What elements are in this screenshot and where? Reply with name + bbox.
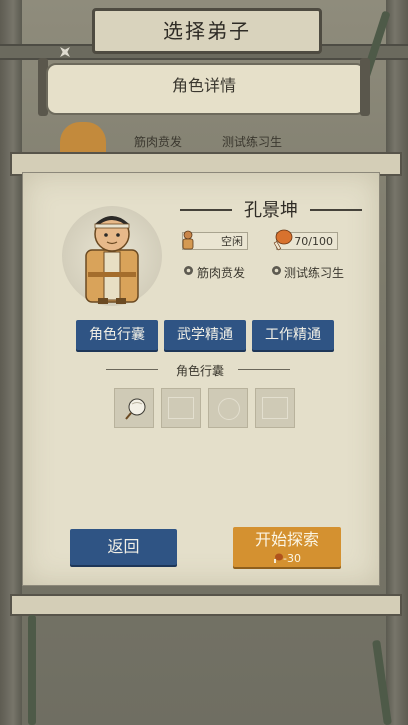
panel-bottom-ledge bbox=[10, 594, 402, 616]
start-explore-button[interactable]: 开始探索 -30 bbox=[233, 527, 341, 567]
background-trait: 测试练习生 bbox=[222, 135, 283, 149]
character-name: 孔景坤 bbox=[244, 200, 298, 221]
empty-slot-icon bbox=[218, 398, 240, 420]
inventory-section-title: 角色行囊 bbox=[175, 364, 224, 378]
back-button[interactable]: 返回 bbox=[70, 529, 177, 565]
background-trait: 筋肉贲发 bbox=[134, 135, 183, 149]
worker-icon bbox=[182, 230, 194, 250]
inventory-slot[interactable] bbox=[114, 388, 154, 428]
right-pillar bbox=[386, 0, 408, 725]
fan-icon bbox=[125, 398, 146, 420]
trait-bullet-icon bbox=[184, 266, 193, 275]
start-explore-label: 开始探索 bbox=[254, 530, 319, 549]
start-cost-value: -30 bbox=[283, 552, 301, 565]
trait-label: 测试练习生 bbox=[284, 266, 345, 280]
drumstick-icon bbox=[274, 553, 284, 563]
name-decoration-left bbox=[180, 209, 232, 211]
trait-bullet-icon bbox=[272, 266, 281, 275]
name-decoration-right bbox=[310, 209, 362, 211]
tab-martial-arts[interactable]: 武学精通 bbox=[164, 320, 246, 350]
food-value: 70/100 bbox=[294, 235, 333, 248]
character-portrait bbox=[85, 216, 139, 304]
inventory-slot[interactable] bbox=[161, 388, 201, 428]
section-divider-left bbox=[106, 369, 158, 370]
start-cost: -30 bbox=[233, 552, 341, 566]
page-title: 选择弟子 bbox=[92, 8, 322, 54]
inventory-slot[interactable] bbox=[255, 388, 295, 428]
empty-slot-icon bbox=[168, 397, 194, 419]
status-value: 空闲 bbox=[221, 235, 243, 248]
tab-inventory[interactable]: 角色行囊 bbox=[76, 320, 158, 350]
scroll-title: 角色详情 bbox=[171, 76, 236, 95]
section-divider-right bbox=[238, 369, 290, 370]
background-character bbox=[60, 122, 106, 154]
left-pillar bbox=[0, 0, 22, 725]
trait-label: 筋肉贲发 bbox=[197, 266, 246, 280]
tab-work-skills[interactable]: 工作精通 bbox=[252, 320, 334, 350]
bamboo-decoration bbox=[28, 615, 36, 725]
inventory-slot[interactable] bbox=[208, 388, 248, 428]
empty-slot-icon bbox=[262, 397, 288, 419]
drumstick-icon bbox=[273, 229, 293, 251]
